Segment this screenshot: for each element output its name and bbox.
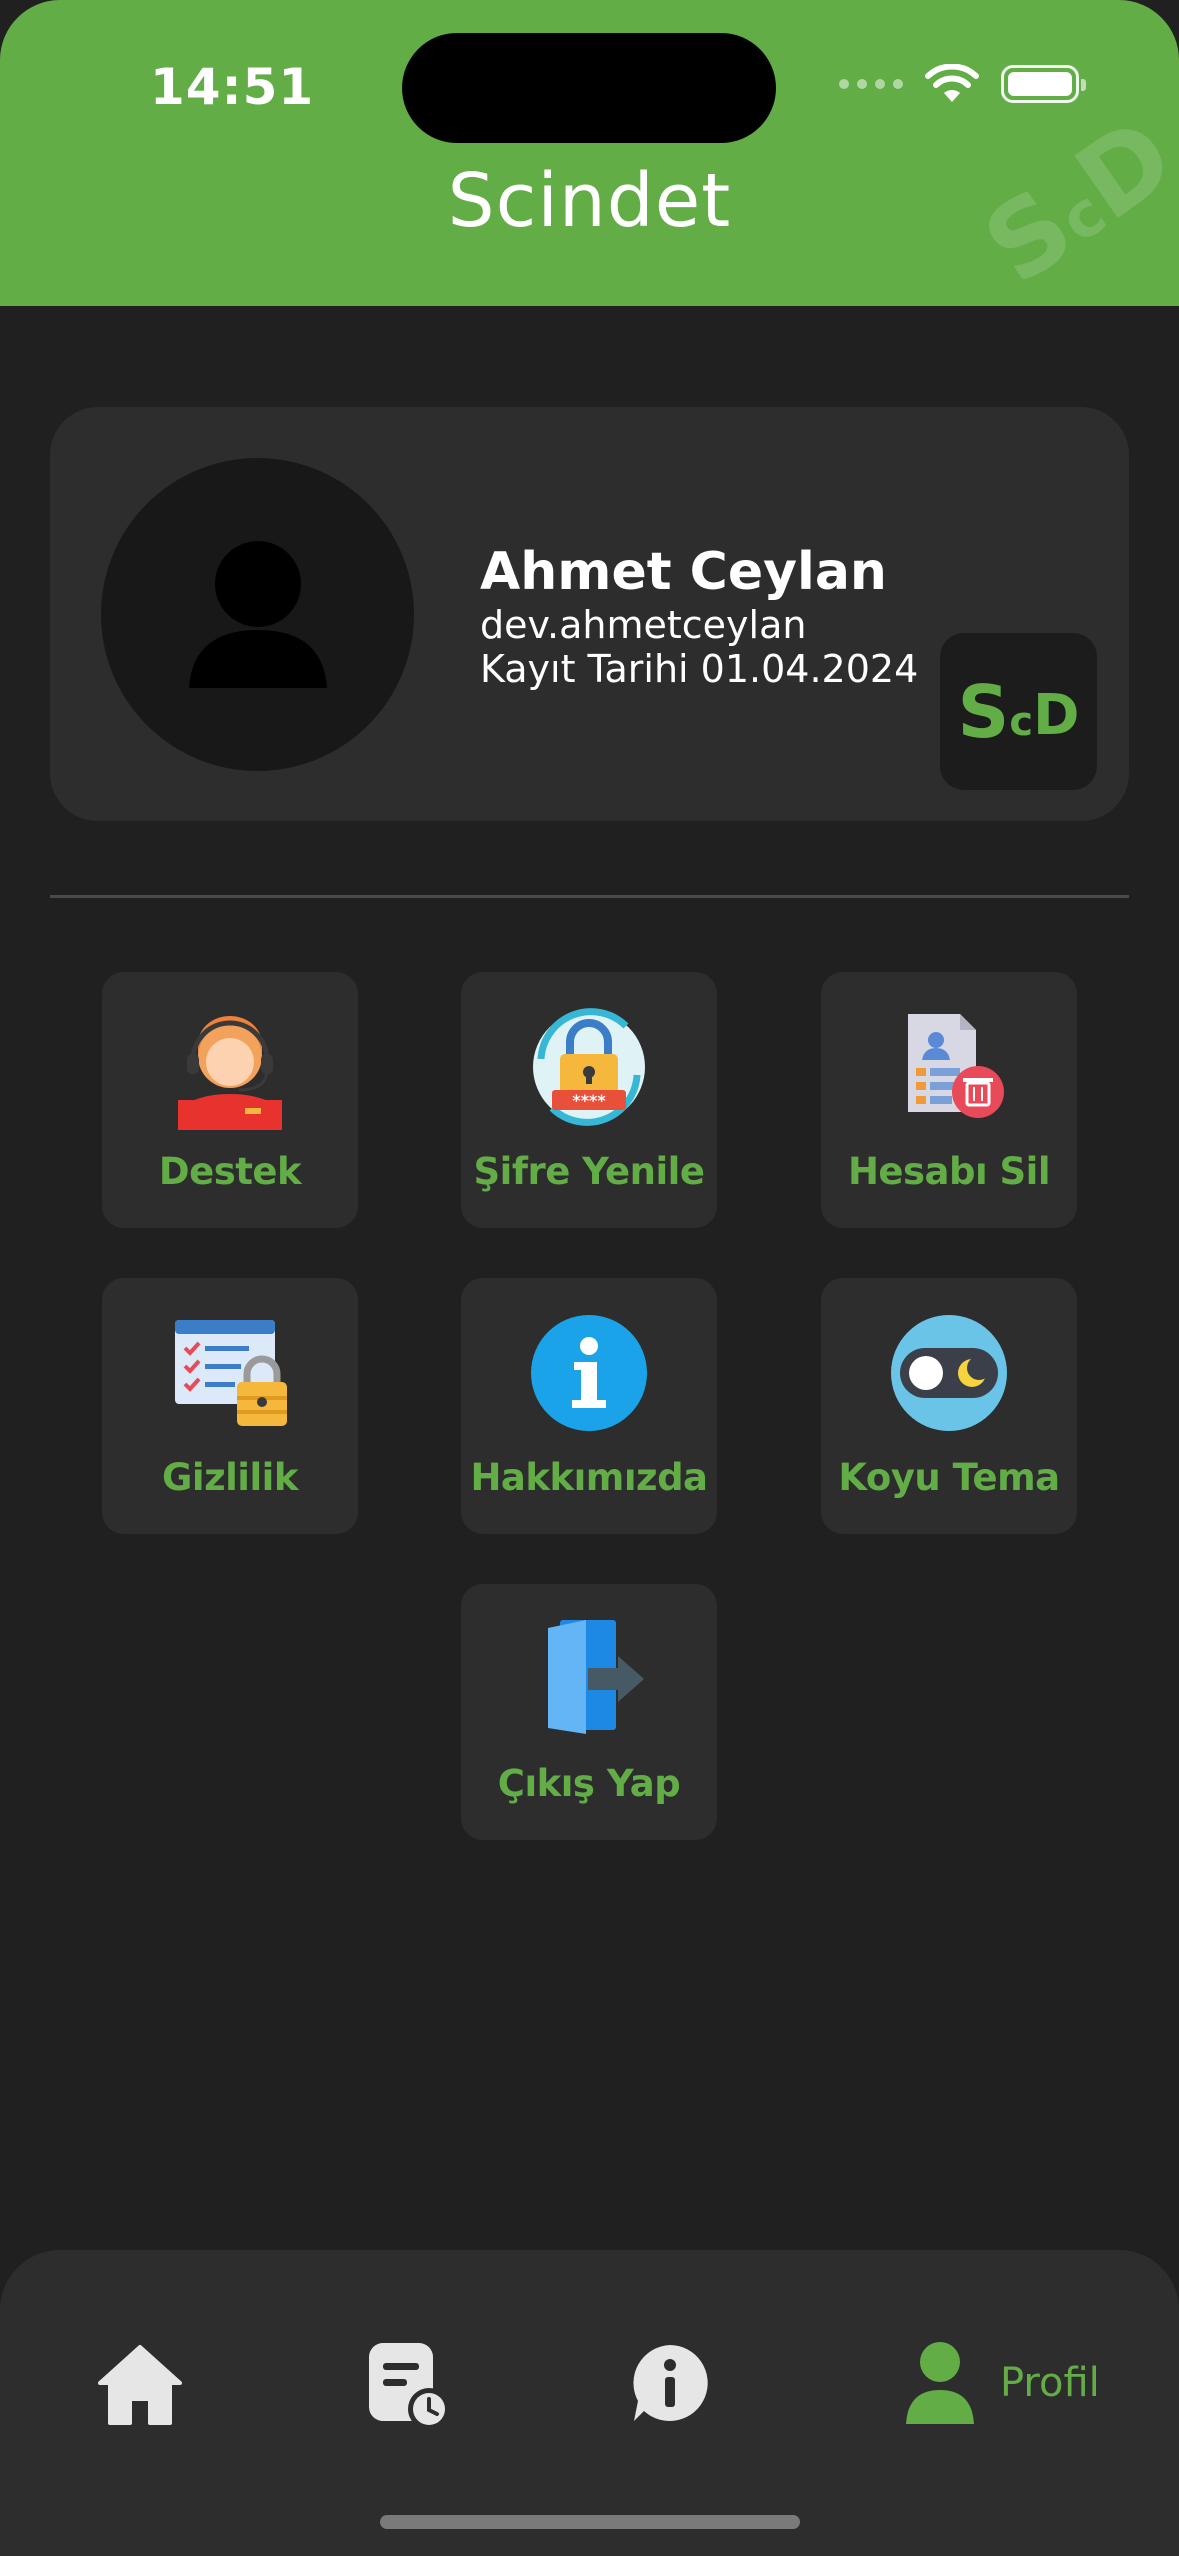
dynamic-island bbox=[402, 33, 776, 143]
status-time: 14:51 bbox=[150, 58, 315, 116]
app-header: 14:51 Scindet ScD bbox=[0, 0, 1179, 306]
nav-home[interactable] bbox=[90, 2333, 190, 2433]
privacy-label: Gizlilik bbox=[162, 1456, 298, 1499]
info-icon bbox=[633, 2345, 708, 2421]
password-reset-tile[interactable]: **** Şifre Yenile bbox=[461, 972, 717, 1228]
support-label: Destek bbox=[158, 1150, 302, 1193]
privacy-tile[interactable]: Gizlilik bbox=[102, 1278, 358, 1534]
user-handle: dev.ahmetceylan bbox=[480, 603, 807, 647]
delete-account-tile[interactable]: Hesabı Sil bbox=[821, 972, 1077, 1228]
nav-profile-label: Profil bbox=[1000, 2360, 1100, 2406]
home-icon bbox=[98, 2345, 182, 2425]
wifi-icon bbox=[925, 64, 979, 102]
logout-tile[interactable]: Çıkış Yap bbox=[461, 1584, 717, 1840]
svg-text:****: **** bbox=[572, 1091, 606, 1110]
profile-icon bbox=[906, 2342, 974, 2424]
logout-door-icon bbox=[548, 1620, 644, 1734]
battery-icon bbox=[1001, 65, 1086, 103]
delete-account-icon bbox=[908, 1014, 1004, 1118]
watermark-logo: ScD bbox=[962, 94, 1179, 306]
password-reset-label: Şifre Yenile bbox=[473, 1150, 705, 1193]
scd-logo-badge: ScD bbox=[940, 633, 1097, 790]
section-divider bbox=[50, 895, 1129, 898]
avatar[interactable] bbox=[101, 458, 414, 771]
support-tile[interactable]: Destek bbox=[102, 972, 358, 1228]
nav-info[interactable] bbox=[620, 2333, 720, 2433]
user-silhouette-icon bbox=[189, 541, 327, 688]
logout-label: Çıkış Yap bbox=[497, 1762, 681, 1805]
password-lock-icon: **** bbox=[533, 1008, 645, 1126]
nav-profile[interactable]: Profil bbox=[900, 2333, 1100, 2433]
about-tile[interactable]: Hakkımızda bbox=[461, 1278, 717, 1534]
signal-icon bbox=[839, 79, 903, 89]
history-icon bbox=[369, 2343, 450, 2430]
home-indicator[interactable] bbox=[380, 2515, 800, 2529]
user-name: Ahmet Ceylan bbox=[480, 542, 887, 602]
dark-theme-tile[interactable]: Koyu Tema bbox=[821, 1278, 1077, 1534]
dark-mode-toggle-icon bbox=[891, 1315, 1007, 1431]
delete-account-label: Hesabı Sil bbox=[847, 1150, 1051, 1193]
registration-date: Kayıt Tarihi 01.04.2024 bbox=[480, 647, 919, 691]
privacy-checklist-icon bbox=[175, 1320, 287, 1426]
info-icon bbox=[531, 1315, 647, 1431]
profile-card: Ahmet Ceylan dev.ahmetceylan Kayıt Tarih… bbox=[50, 407, 1129, 821]
about-label: Hakkımızda bbox=[470, 1456, 708, 1499]
nav-history[interactable] bbox=[355, 2333, 455, 2433]
bottom-navigation: Profil bbox=[0, 2250, 1179, 2556]
dark-theme-label: Koyu Tema bbox=[838, 1456, 1060, 1499]
status-icons bbox=[839, 64, 1086, 104]
support-agent-icon bbox=[178, 1016, 282, 1130]
